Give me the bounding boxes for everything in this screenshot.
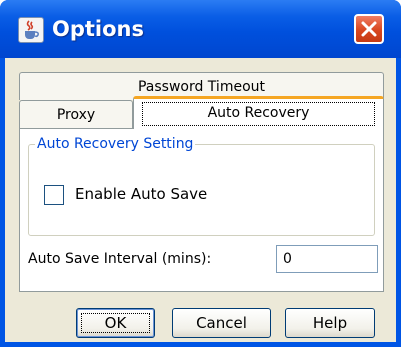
tab-auto-recovery[interactable]: Auto Recovery bbox=[133, 96, 384, 129]
tab-panel-auto-recovery: Auto Recovery Setting Enable Auto Save A… bbox=[19, 128, 384, 292]
auto-save-interval-input[interactable]: 0 bbox=[276, 245, 378, 273]
title-bar[interactable]: Options bbox=[0, 0, 401, 58]
cancel-button-label: Cancel bbox=[196, 314, 247, 332]
ok-button-label: OK bbox=[104, 314, 127, 332]
group-title: Auto Recovery Setting bbox=[35, 135, 196, 153]
help-button[interactable]: Help bbox=[285, 308, 375, 338]
window-title: Options bbox=[52, 17, 144, 41]
enable-auto-save-checkbox[interactable] bbox=[44, 185, 64, 205]
java-cup-icon bbox=[18, 17, 44, 43]
cancel-button[interactable]: Cancel bbox=[172, 308, 271, 338]
tab-label: Proxy bbox=[56, 107, 96, 123]
tab-proxy[interactable]: Proxy bbox=[19, 100, 133, 128]
tab-label: Auto Recovery bbox=[207, 105, 310, 121]
close-x-icon bbox=[361, 21, 377, 37]
close-button[interactable] bbox=[354, 14, 384, 44]
ok-button[interactable]: OK bbox=[76, 308, 155, 338]
enable-auto-save-label[interactable]: Enable Auto Save bbox=[75, 184, 207, 204]
help-button-label: Help bbox=[312, 314, 348, 332]
dialog-client-area: Password Timeout Proxy Auto Recovery Aut… bbox=[5, 58, 396, 342]
options-dialog: Options Password Timeout Proxy Auto Reco… bbox=[0, 0, 401, 347]
tab-label: Password Timeout bbox=[137, 79, 266, 95]
auto-save-interval-label: Auto Save Interval (mins): bbox=[28, 251, 212, 267]
